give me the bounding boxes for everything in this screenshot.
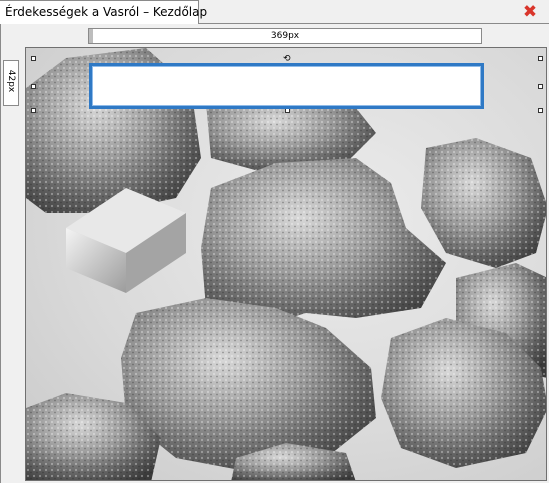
text-box[interactable] (89, 63, 484, 109)
height-ruler: 42px (3, 60, 19, 106)
resize-handle-right-top[interactable] (538, 84, 543, 89)
height-ruler-label: 42px (6, 69, 16, 93)
resize-handle-top-right[interactable] (538, 56, 543, 61)
resize-handle-top-left[interactable] (31, 56, 36, 61)
resize-handle-right-bottom[interactable] (538, 108, 543, 113)
close-icon[interactable]: ✖ (522, 4, 538, 21)
tab-bar: Érdekességek a Vasról – Kezdőlap ✖ (0, 0, 549, 24)
resize-handle-left-top[interactable] (31, 84, 36, 89)
width-ruler: 369px (88, 28, 482, 44)
resize-handle-left-bottom[interactable] (31, 108, 36, 113)
document-tab[interactable]: Érdekességek a Vasról – Kezdőlap (0, 0, 207, 24)
